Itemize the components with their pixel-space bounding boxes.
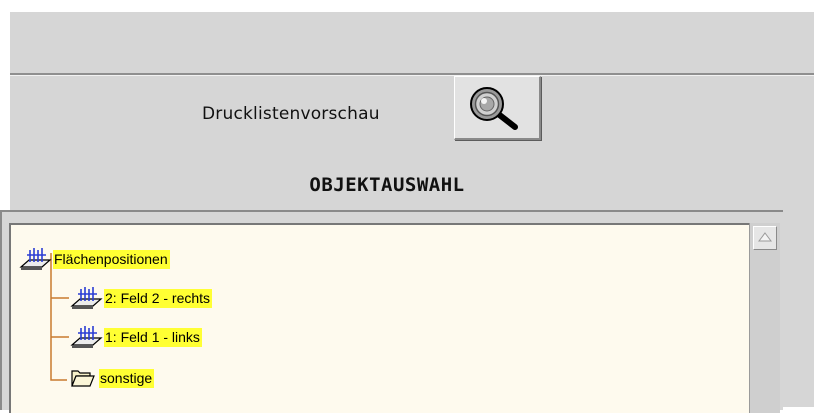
tree-node-root[interactable]: Flächenpositionen xyxy=(19,247,170,271)
section-title: OBJEKTAUSWAHL xyxy=(309,174,465,196)
surface-positions-icon xyxy=(70,326,103,348)
tree-node-label: 1: Feld 1 - links xyxy=(104,327,202,347)
folder-open-icon xyxy=(71,370,95,387)
magnifier-icon xyxy=(470,87,518,130)
tree-node-feld-1[interactable]: 1: Feld 1 - links xyxy=(70,325,202,349)
surface-positions-icon xyxy=(70,287,103,309)
tree-node-label: Flächenpositionen xyxy=(53,249,170,269)
divider xyxy=(10,73,814,76)
tree-scrollbar[interactable] xyxy=(749,223,780,413)
surface-positions-icon xyxy=(19,248,52,270)
scroll-up-button[interactable] xyxy=(753,226,777,250)
print-preview-button[interactable] xyxy=(454,76,541,140)
tree-node-label: 2: Feld 2 - rechts xyxy=(104,288,213,308)
object-tree[interactable]: Flächenpositionen 2: Feld 2 - rechts 1: … xyxy=(9,223,749,413)
arrow-up-icon xyxy=(758,232,772,242)
tree-node-feld-2[interactable]: 2: Feld 2 - rechts xyxy=(70,286,213,310)
tree-node-sonstige[interactable]: sonstige xyxy=(70,366,155,390)
top-strip xyxy=(10,12,814,73)
tree-node-label: sonstige xyxy=(99,368,155,388)
print-preview-label: Drucklistenvorschau xyxy=(202,104,380,124)
